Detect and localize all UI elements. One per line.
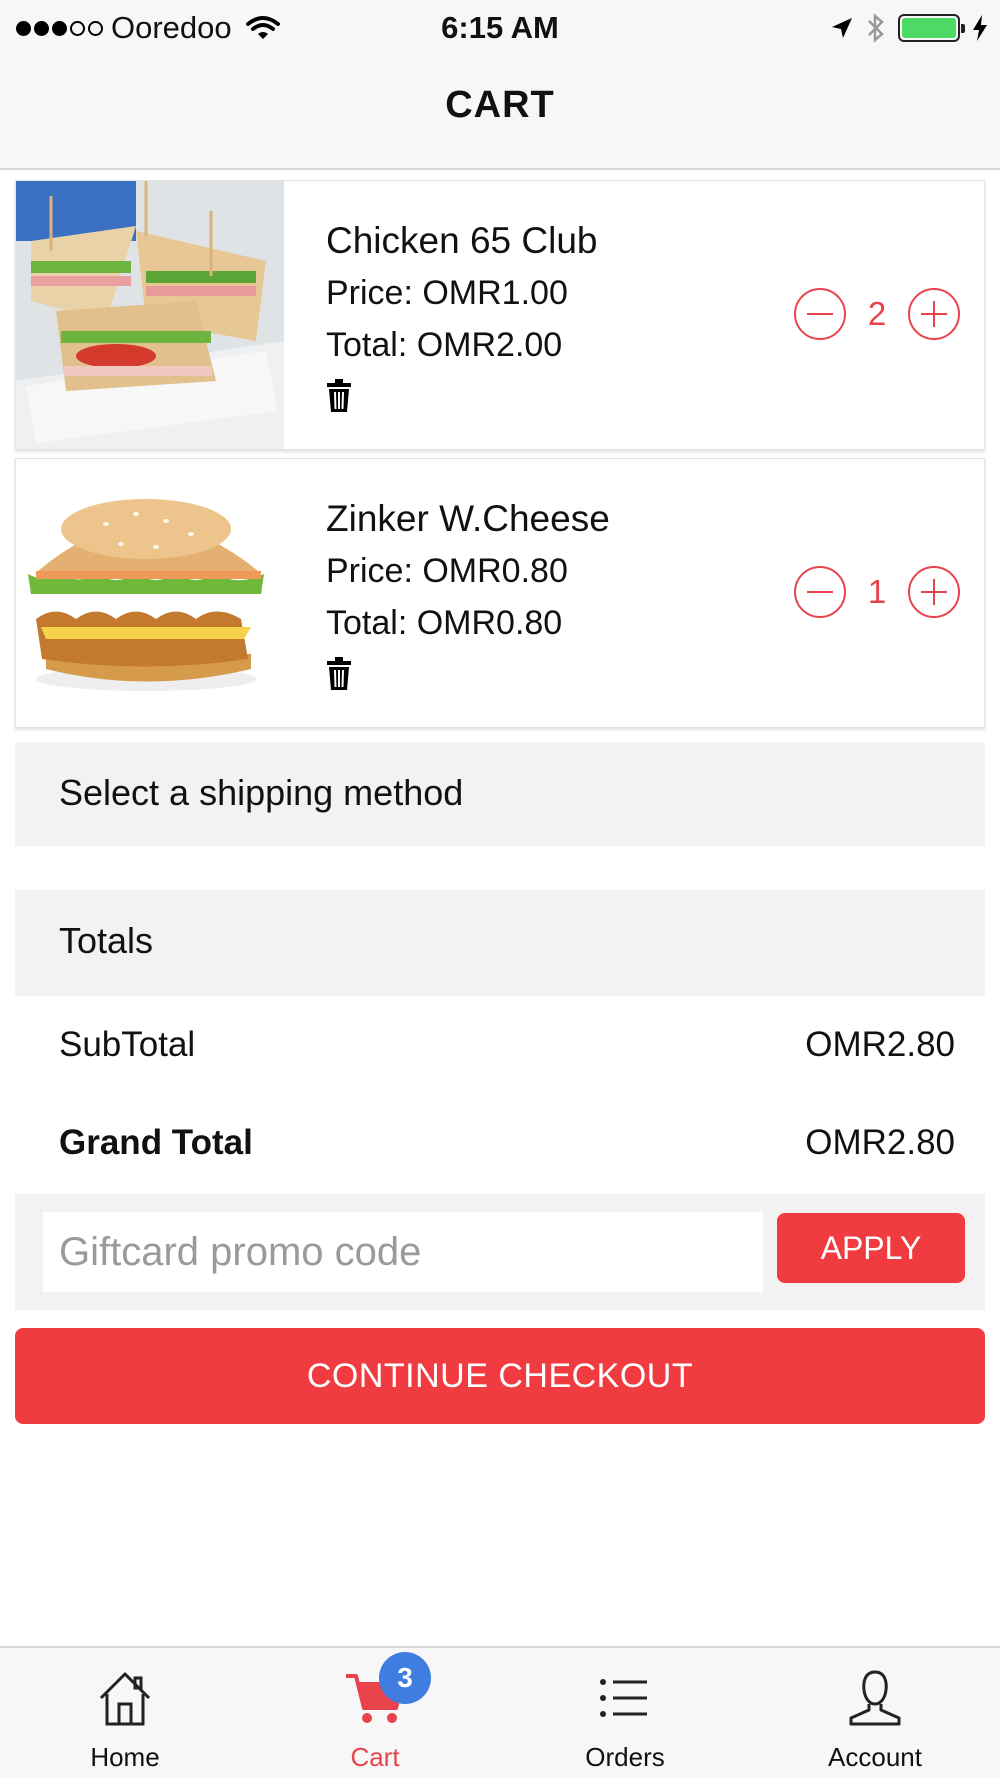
status-right bbox=[830, 10, 988, 46]
item-info: Chicken 65 Club Price: OMR1.00 Total: OM… bbox=[326, 215, 597, 413]
tab-bar: Home 3 Cart Orders Account bbox=[0, 1646, 1000, 1778]
tab-account[interactable]: Account bbox=[750, 1648, 1000, 1778]
chicken-burger-image bbox=[16, 459, 284, 727]
item-info: Zinker W.Cheese Price: OMR0.80 Total: OM… bbox=[326, 493, 610, 691]
subtotal-value: OMR2.80 bbox=[805, 1025, 955, 1064]
grand-total-row: Grand Total OMR2.80 bbox=[15, 1113, 985, 1173]
item-name: Chicken 65 Club bbox=[326, 220, 598, 261]
user-icon bbox=[849, 1670, 901, 1726]
increase-quantity-button[interactable] bbox=[908, 288, 960, 340]
shipping-method-selector[interactable]: Select a shipping method bbox=[15, 742, 985, 846]
item-price: Price: OMR0.80 bbox=[326, 552, 568, 590]
decrease-quantity-button[interactable] bbox=[794, 566, 846, 618]
continue-checkout-button[interactable]: CONTINUE CHECKOUT bbox=[15, 1328, 985, 1424]
tab-orders[interactable]: Orders bbox=[500, 1648, 750, 1778]
totals-header: Totals bbox=[15, 890, 985, 996]
promo-code-input[interactable] bbox=[43, 1212, 763, 1292]
trash-icon[interactable] bbox=[326, 657, 352, 691]
tab-account-label: Account bbox=[828, 1742, 922, 1772]
grand-total-label: Grand Total bbox=[59, 1123, 253, 1162]
location-arrow-icon bbox=[832, 18, 852, 38]
promo-code-section: APPLY bbox=[15, 1194, 985, 1310]
cart-count-badge: 3 bbox=[379, 1652, 431, 1704]
quantity-stepper: 2 bbox=[794, 288, 960, 340]
battery-icon bbox=[898, 14, 965, 42]
tab-cart[interactable]: 3 Cart bbox=[250, 1648, 500, 1778]
cart-item: Chicken 65 Club Price: OMR1.00 Total: OM… bbox=[15, 180, 985, 450]
tab-orders-label: Orders bbox=[585, 1742, 665, 1772]
quantity-value: 1 bbox=[867, 573, 887, 610]
tab-home[interactable]: Home bbox=[0, 1648, 250, 1778]
subtotal-label: SubTotal bbox=[59, 1025, 196, 1064]
tab-home-label: Home bbox=[90, 1742, 160, 1772]
item-price: Price: OMR1.00 bbox=[326, 274, 568, 312]
subtotal-row: SubTotal OMR2.80 bbox=[15, 1015, 985, 1075]
decrease-quantity-button[interactable] bbox=[794, 288, 846, 340]
tab-cart-label: Cart bbox=[350, 1742, 400, 1772]
item-total: Total: OMR0.80 bbox=[326, 604, 563, 642]
status-bar: Ooredoo 6:15 AM bbox=[0, 0, 1000, 54]
home-icon bbox=[99, 1672, 151, 1726]
trash-icon[interactable] bbox=[326, 379, 352, 413]
increase-quantity-button[interactable] bbox=[908, 566, 960, 618]
bluetooth-icon bbox=[868, 13, 884, 43]
page-title: CART bbox=[445, 84, 555, 126]
cart-item: Zinker W.Cheese Price: OMR0.80 Total: OM… bbox=[15, 458, 985, 728]
quantity-stepper: 1 bbox=[794, 566, 960, 618]
item-total: Total: OMR2.00 bbox=[326, 326, 563, 364]
charging-bolt-icon bbox=[973, 15, 987, 41]
totals-heading: Totals bbox=[59, 920, 154, 961]
apply-button[interactable]: APPLY bbox=[777, 1213, 965, 1283]
navigation-bar: CART bbox=[0, 54, 1000, 170]
grand-total-value: OMR2.80 bbox=[805, 1123, 955, 1162]
club-sandwich-image bbox=[16, 181, 284, 449]
quantity-value: 2 bbox=[867, 295, 887, 332]
shipping-method-label: Select a shipping method bbox=[59, 772, 464, 813]
item-name: Zinker W.Cheese bbox=[326, 498, 610, 539]
list-icon bbox=[600, 1679, 647, 1717]
